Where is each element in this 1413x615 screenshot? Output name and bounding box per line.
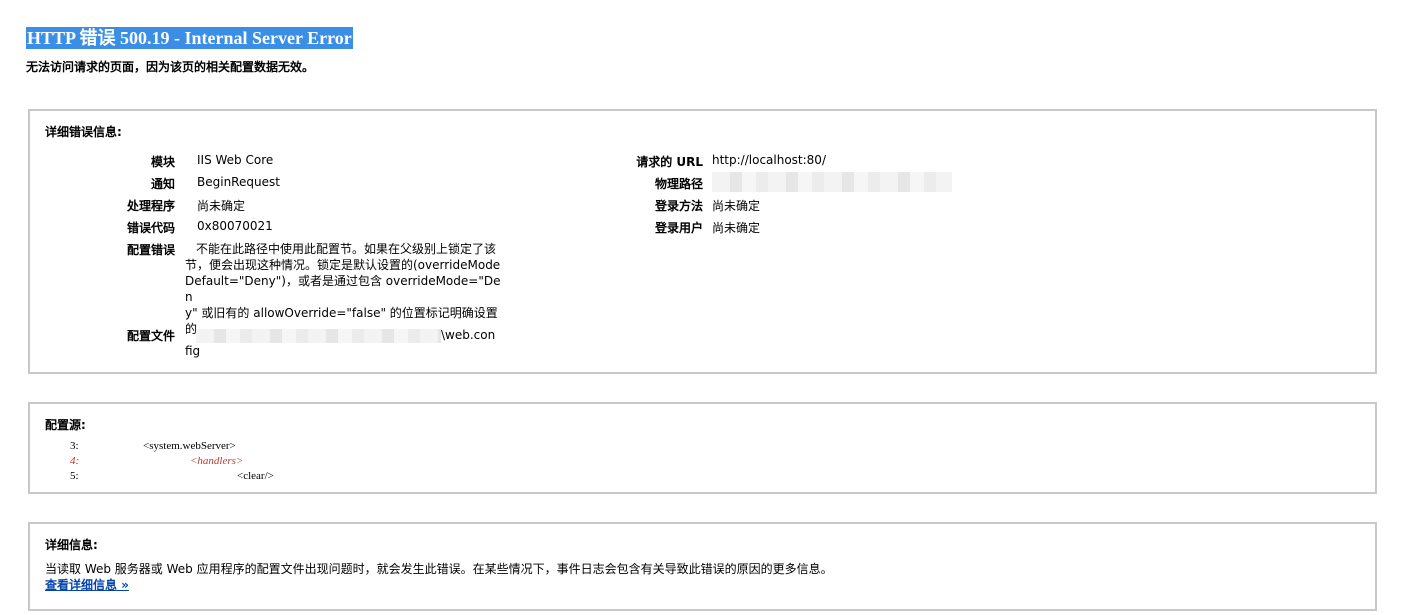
line-number: 3: — [70, 440, 79, 452]
config-error-line: 不能在此路径中使用此配置节。如果在父级别上锁定了该 — [196, 242, 497, 256]
detail-value: 尚未确定 — [197, 199, 246, 213]
page-header: HTTP 错误 500.19 - Internal Server Error 无… — [26, 27, 353, 75]
more-info-text: 当读取 Web 服务器或 Web 应用程序的配置文件出现问题时，就会发生此错误。… — [45, 562, 833, 576]
config-file-path: \web.con fig — [185, 327, 505, 359]
code-line-error: 4: <handlers> — [70, 454, 274, 469]
error-details-heading: 详细错误信息: — [45, 125, 122, 139]
detail-label: 请求的 URL — [636, 155, 703, 169]
detail-label: 配置文件 — [126, 329, 175, 343]
code-text: <clear/> — [237, 470, 274, 482]
config-error-line: y" 或旧有的 allowOverride="false" 的位置标记明确设置 — [185, 306, 498, 320]
code-line: 3: <system.webServer> — [70, 439, 274, 454]
config-file-line2: fig — [185, 344, 201, 358]
detail-label: 通知 — [150, 177, 175, 191]
detail-label: 配置错误 — [126, 243, 175, 257]
detail-value: IIS Web Core — [197, 153, 274, 167]
line-number: 4: — [70, 455, 80, 467]
detail-value: http://localhost:80/ — [712, 153, 826, 167]
config-file-suffix: \web.con — [441, 328, 496, 342]
redacted-path — [712, 172, 952, 192]
config-source-heading: 配置源: — [45, 418, 86, 432]
detail-label: 模块 — [150, 155, 175, 169]
page-subtitle: 无法访问请求的页面，因为该页的相关配置数据无效。 — [26, 60, 315, 74]
config-error-line: 节，便会出现这种情况。锁定是默认设置的(overrideMode — [185, 258, 501, 272]
config-error-line: Default="Deny")，或者是通过包含 overrideMode="De… — [185, 274, 501, 304]
detail-value: BeginRequest — [197, 175, 280, 189]
config-source-panel: 配置源: 3: <system.webServer> 4: <handlers> 5… — [28, 402, 1377, 494]
more-info-heading: 详细信息: — [45, 538, 98, 552]
more-info-panel: 详细信息: 当读取 Web 服务器或 Web 应用程序的配置文件出现问题时，就会… — [28, 522, 1377, 611]
detail-value: 尚未确定 — [712, 199, 761, 213]
detail-label: 登录用户 — [654, 221, 703, 235]
code-text: <system.webServer> — [143, 440, 236, 452]
view-more-info-link[interactable]: 查看详细信息 » — [45, 576, 129, 593]
detail-value: 尚未确定 — [712, 221, 761, 235]
code-text: <handlers> — [190, 455, 244, 467]
detail-label: 登录方法 — [654, 199, 703, 213]
code-line: 5: <clear/> — [70, 469, 274, 484]
detail-label: 处理程序 — [126, 199, 175, 213]
line-number: 5: — [70, 470, 79, 482]
detail-label: 错误代码 — [126, 221, 175, 235]
page-title: HTTP 错误 500.19 - Internal Server Error — [26, 27, 353, 49]
detail-label: 物理路径 — [654, 177, 703, 191]
config-source-code: 3: <system.webServer> 4: <handlers> 5: <cle… — [70, 439, 274, 484]
config-error-text: 不能在此路径中使用此配置节。如果在父级别上锁定了该 节，便会出现这种情况。锁定是… — [185, 241, 505, 337]
redacted-path — [196, 328, 441, 343]
detail-value — [712, 172, 952, 192]
detail-value: 0x80070021 — [197, 219, 273, 233]
error-details-panel: 详细错误信息: 模块 IIS Web Core 通知 BeginRequest … — [28, 109, 1377, 374]
